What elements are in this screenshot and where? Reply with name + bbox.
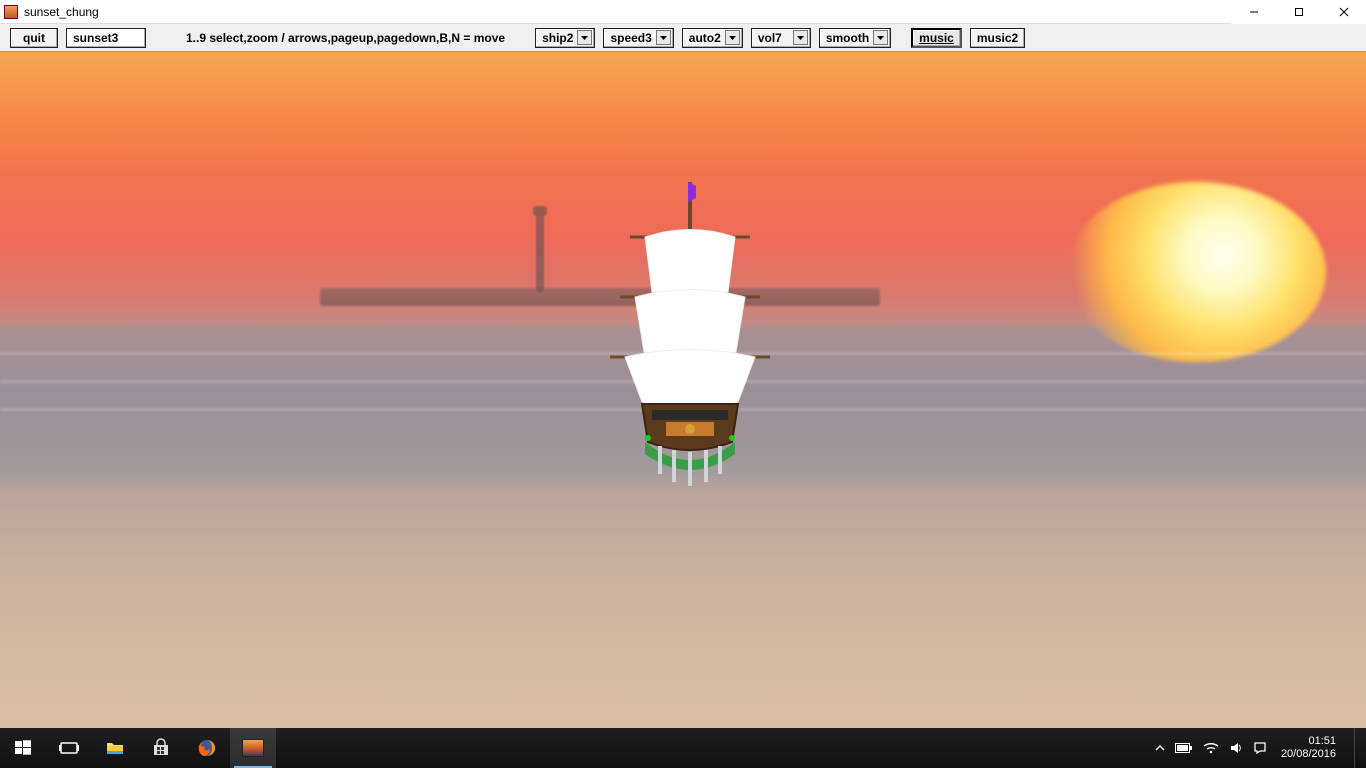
taskbar-clock[interactable]: 01:51 20/08/2016 <box>1277 735 1340 761</box>
firefox-icon <box>197 738 217 758</box>
quit-button[interactable]: quit <box>10 28 58 48</box>
windows-icon <box>13 738 33 758</box>
auto-dropdown-value: auto2 <box>689 30 721 46</box>
store-button[interactable] <box>138 728 184 768</box>
music2-button[interactable]: music2 <box>970 28 1025 48</box>
clock-date: 20/08/2016 <box>1281 748 1336 761</box>
window-titlebar: sunset_chung <box>0 0 1366 24</box>
window-title: sunset_chung <box>24 5 99 19</box>
controls-hint: 1..9 select,zoom / arrows,pageup,pagedow… <box>180 28 511 48</box>
app-thumbnail-icon <box>242 739 264 757</box>
chevron-up-icon[interactable] <box>1155 743 1165 753</box>
firefox-button[interactable] <box>184 728 230 768</box>
chevron-down-icon <box>873 30 888 45</box>
music-button[interactable]: music <box>911 28 962 48</box>
ship-dropdown-value: ship2 <box>542 30 573 46</box>
chevron-down-icon <box>725 30 740 45</box>
taskview-button[interactable] <box>46 728 92 768</box>
start-button[interactable] <box>0 728 46 768</box>
vol-dropdown[interactable]: vol7 <box>751 28 811 48</box>
windows-taskbar: 01:51 20/08/2016 <box>0 728 1366 768</box>
app-icon <box>4 5 18 19</box>
close-button[interactable] <box>1321 0 1366 24</box>
app-toolbar: quit sunset3 1..9 select,zoom / arrows,p… <box>0 24 1366 52</box>
chevron-down-icon <box>577 30 592 45</box>
pier-silhouette <box>320 288 880 306</box>
speed-dropdown[interactable]: speed3 <box>603 28 673 48</box>
smooth-dropdown-value: smooth <box>826 30 869 46</box>
ship-sprite <box>610 142 770 492</box>
maximize-icon <box>1294 7 1304 17</box>
store-icon <box>151 738 171 758</box>
taskview-icon <box>59 738 79 758</box>
titlebar-left: sunset_chung <box>4 5 99 19</box>
speed-dropdown-value: speed3 <box>610 30 651 46</box>
chevron-down-icon <box>793 30 808 45</box>
lighthouse-silhouette <box>536 212 544 292</box>
maximize-button[interactable] <box>1276 0 1321 24</box>
vol-dropdown-value: vol7 <box>758 30 782 46</box>
smooth-dropdown[interactable]: smooth <box>819 28 891 48</box>
ship-dropdown[interactable]: ship2 <box>535 28 595 48</box>
auto-dropdown[interactable]: auto2 <box>682 28 743 48</box>
window-controls <box>1231 0 1366 24</box>
close-icon <box>1339 7 1349 17</box>
scene-label: sunset3 <box>66 28 146 48</box>
file-explorer-button[interactable] <box>92 728 138 768</box>
chevron-down-icon <box>656 30 671 45</box>
clock-time: 01:51 <box>1281 735 1336 748</box>
action-center-icon[interactable] <box>1253 741 1267 755</box>
battery-icon[interactable] <box>1175 742 1193 754</box>
minimize-button[interactable] <box>1231 0 1276 24</box>
taskbar-apps <box>0 728 276 768</box>
sun-glow <box>1066 182 1326 362</box>
volume-icon[interactable] <box>1229 741 1243 755</box>
sunset-chung-taskbar-button[interactable] <box>230 728 276 768</box>
show-desktop-button[interactable] <box>1354 728 1360 768</box>
wifi-icon[interactable] <box>1203 742 1219 754</box>
minimize-icon <box>1249 7 1259 17</box>
system-tray: 01:51 20/08/2016 <box>1155 728 1366 768</box>
scene-viewport[interactable] <box>0 52 1366 728</box>
folder-icon <box>105 738 125 758</box>
